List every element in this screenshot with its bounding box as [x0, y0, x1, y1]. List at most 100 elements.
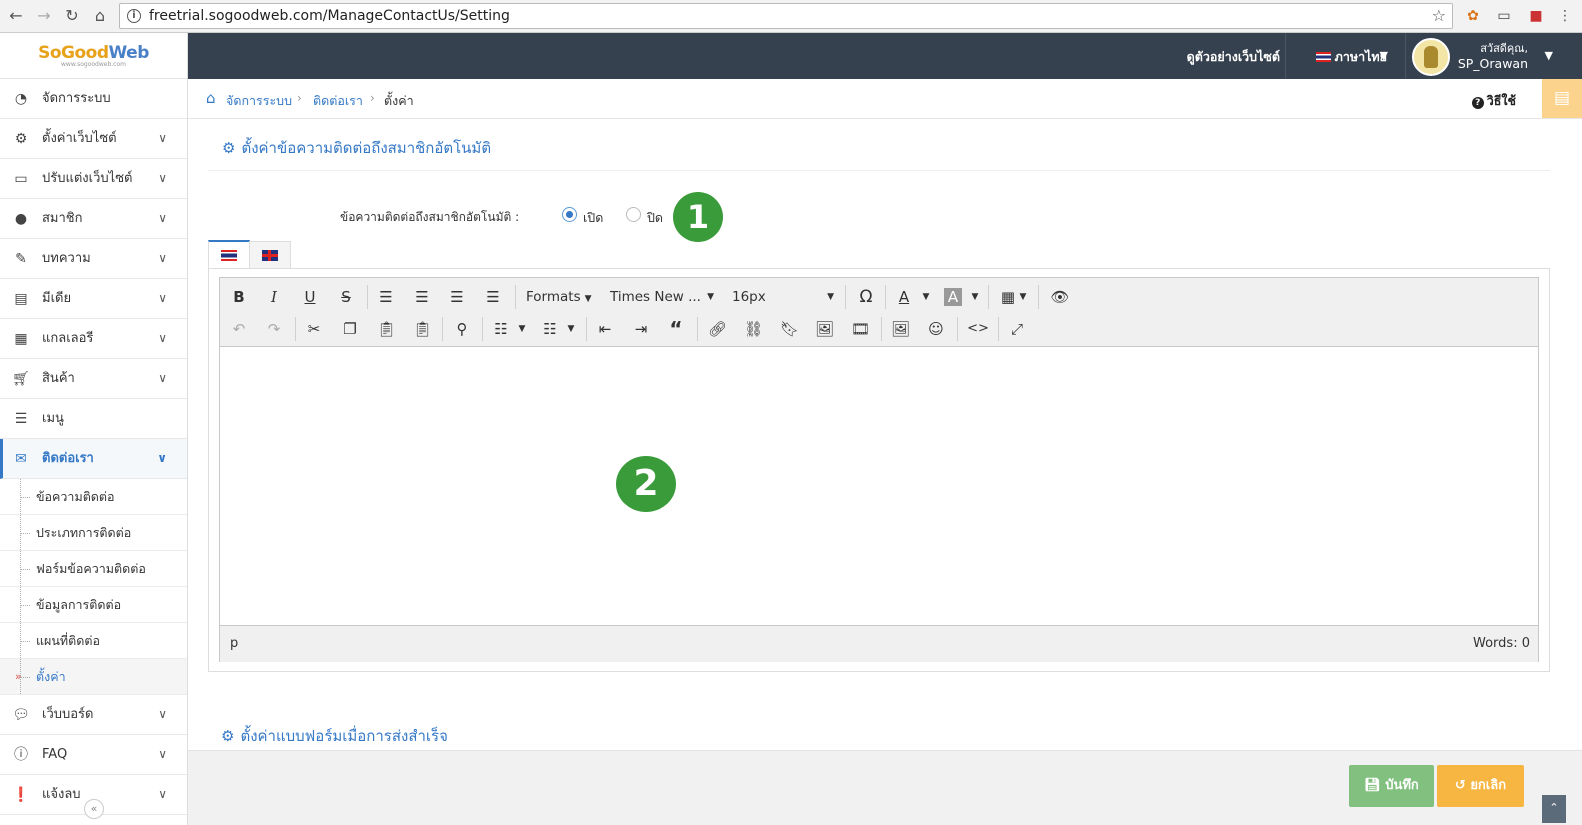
reload-icon[interactable]: ↻	[62, 6, 82, 26]
unlink-icon[interactable]: ⛓	[744, 318, 763, 340]
underline-icon[interactable]: U	[301, 286, 319, 308]
sidebar-item-website-settings[interactable]: ⚙ ตั้งค่าเว็บไซต์ ∨	[0, 119, 187, 159]
special-char-icon[interactable]: Ω	[855, 286, 877, 308]
caret-down-icon[interactable]: ▼	[1380, 49, 1388, 62]
breadcrumb-contact[interactable]: ติดต่อเรา	[313, 91, 363, 111]
sidebar-item-customize[interactable]: ▭ ปรับแต่งเว็บไซต์ ∨	[0, 159, 187, 199]
element-path[interactable]: p	[230, 636, 238, 651]
caret-down-icon[interactable]: ▼	[921, 286, 931, 308]
extension-icon[interactable]: ✿	[1464, 7, 1482, 25]
sidebar-item-contact[interactable]: ✉ ติดต่อเรา ∨	[0, 439, 187, 479]
align-justify-icon[interactable]: ☰	[484, 286, 502, 308]
back-icon[interactable]: ←	[6, 6, 26, 26]
emoticon-icon[interactable]: ☺	[927, 318, 945, 340]
sidebar-item-menu[interactable]: ☰ เมนู	[0, 399, 187, 439]
indent-icon[interactable]: ⇥	[632, 318, 650, 340]
help-link[interactable]: ? วิธีใช้	[1471, 91, 1516, 111]
table-icon[interactable]: ▦	[999, 286, 1017, 308]
formats-dropdown[interactable]: Formats ▼	[526, 286, 592, 308]
blockquote-icon[interactable]: “	[667, 318, 685, 340]
avatar[interactable]	[1412, 38, 1450, 76]
sidebar-subitem-contact-form[interactable]: ฟอร์มข้อความติดต่อ	[0, 551, 187, 587]
numbered-list-icon[interactable]: ☷	[541, 318, 559, 340]
redo-icon[interactable]: ↷	[265, 318, 283, 340]
bullet-list-icon[interactable]: ☷	[492, 318, 510, 340]
sidebar-subitem-settings[interactable]: » ตั้งค่า	[0, 659, 187, 695]
cast-icon[interactable]: ▭	[1495, 7, 1513, 25]
chevron-down-icon: ∨	[157, 451, 167, 465]
scroll-top-button[interactable]: ⌃	[1542, 795, 1566, 823]
sidebar-subitem-messages[interactable]: ข้อความติดต่อ	[0, 479, 187, 515]
radio-on[interactable]	[562, 207, 577, 222]
source-code-icon[interactable]: <>	[967, 318, 989, 340]
bold-icon[interactable]: B	[230, 286, 248, 308]
collapse-sidebar-button[interactable]: «	[84, 799, 104, 819]
bookmark-star-icon[interactable]: ☆	[1432, 6, 1446, 25]
browser-menu-icon[interactable]: ⋮	[1556, 7, 1574, 25]
radio-off-label[interactable]: ปิด	[647, 208, 663, 228]
copy-icon[interactable]: ❐	[341, 318, 359, 340]
sidebar-subitem-map[interactable]: แผนที่ติดต่อ	[0, 623, 187, 659]
sidebar-item-gallery[interactable]: ▦ แกลเลอรี ∨	[0, 319, 187, 359]
editor-content-area[interactable]: 2	[220, 348, 1538, 625]
notes-icon[interactable]: ▤	[1542, 79, 1582, 118]
align-left-icon[interactable]: ☰	[377, 286, 395, 308]
paste-text-icon[interactable]: 📋︎	[413, 318, 432, 340]
cancel-button[interactable]: ↺ ยกเลิก	[1437, 765, 1524, 807]
sidebar-item-faq[interactable]: ⓘ FAQ ∨	[0, 735, 187, 775]
radio-off[interactable]	[626, 207, 641, 222]
sidebar-subitem-contact-info[interactable]: ข้อมูลการติดต่อ	[0, 587, 187, 623]
outdent-icon[interactable]: ⇤	[596, 318, 614, 340]
caret-down-icon[interactable]: ▼	[1545, 49, 1553, 62]
sidebar-item-dashboard[interactable]: ◔ จัดการระบบ	[0, 79, 187, 119]
view-site-link[interactable]: ดูตัวอย่างเว็บไซต์	[1187, 47, 1280, 67]
extension-red-icon[interactable]: ■	[1527, 7, 1545, 25]
align-center-icon[interactable]: ☰	[413, 286, 431, 308]
preview-eye-icon[interactable]: 👁︎	[1049, 286, 1071, 308]
sidebar-item-products[interactable]: 🛒︎ สินค้า ∨	[0, 359, 187, 399]
tab-english[interactable]	[249, 241, 291, 269]
cut-icon[interactable]: ✂	[305, 318, 323, 340]
bookmark-icon[interactable]: 🔖︎	[780, 318, 799, 340]
sidebar-subitem-contact-types[interactable]: ประเภทการติดต่อ	[0, 515, 187, 551]
home-icon[interactable]: ⌂	[90, 6, 110, 26]
strikethrough-icon[interactable]: S	[337, 286, 355, 308]
radio-on-label[interactable]: เปิด	[583, 208, 603, 228]
undo-icon[interactable]: ↶	[230, 318, 248, 340]
find-replace-icon[interactable]: ⚲	[453, 318, 471, 340]
link-icon[interactable]: 🔗︎	[708, 318, 727, 340]
site-info-icon[interactable]: i	[127, 9, 141, 23]
align-right-icon[interactable]: ☰	[448, 286, 466, 308]
sidebar-item-webboard[interactable]: 💬︎ เว็บบอร์ด ∨	[0, 695, 187, 735]
username[interactable]: SP_Orawan	[1458, 56, 1528, 71]
font-family-dropdown[interactable]: Times New ... ▼	[610, 286, 714, 308]
media-icon[interactable]: 🎞︎	[851, 318, 870, 340]
caret-down-icon[interactable]: ▼	[517, 318, 527, 340]
sidebar-item-members[interactable]: ● สมาชิก ∨	[0, 199, 187, 239]
toolbar-separator	[367, 285, 368, 309]
forward-icon[interactable]: →	[34, 6, 54, 26]
logo[interactable]: SoGoodWeb www.sogoodweb.com	[0, 33, 187, 79]
text-color-icon[interactable]: A	[895, 286, 913, 308]
italic-icon[interactable]: I	[265, 286, 283, 308]
paste-icon[interactable]: 📋︎	[377, 318, 396, 340]
address-bar[interactable]: i freetrial.sogoodweb.com/ManageContactU…	[119, 3, 1453, 29]
save-button[interactable]: 💾︎ บันทึก	[1349, 765, 1434, 807]
image-icon[interactable]: 🖼︎	[815, 318, 834, 340]
caret-down-icon[interactable]: ▼	[1018, 286, 1028, 308]
toolbar-separator	[295, 317, 296, 341]
editor-statusbar: p Words: 0	[220, 625, 1538, 662]
image-manager-icon[interactable]: 🖼︎	[891, 318, 910, 340]
fullscreen-icon[interactable]: ⤢	[1008, 318, 1026, 340]
sidebar-item-media[interactable]: ▤ มีเดีย ∨	[0, 279, 187, 319]
tab-thai[interactable]	[208, 240, 250, 270]
sidebar-item-articles[interactable]: ✎ บทความ ∨	[0, 239, 187, 279]
breadcrumb-dashboard[interactable]: จัดการระบบ	[226, 91, 292, 111]
breadcrumb: ⌂ จัดการระบบ › ติดต่อเรา › ตั้งค่า ? วิธี…	[188, 79, 1582, 119]
bg-color-icon[interactable]: A	[944, 288, 962, 306]
font-size-dropdown[interactable]: 16px ▼	[732, 286, 834, 308]
home-icon[interactable]: ⌂	[206, 89, 216, 107]
caret-down-icon[interactable]: ▼	[566, 318, 576, 340]
language-selector[interactable]: ภาษาไทย	[1315, 47, 1387, 67]
caret-down-icon[interactable]: ▼	[970, 286, 980, 308]
